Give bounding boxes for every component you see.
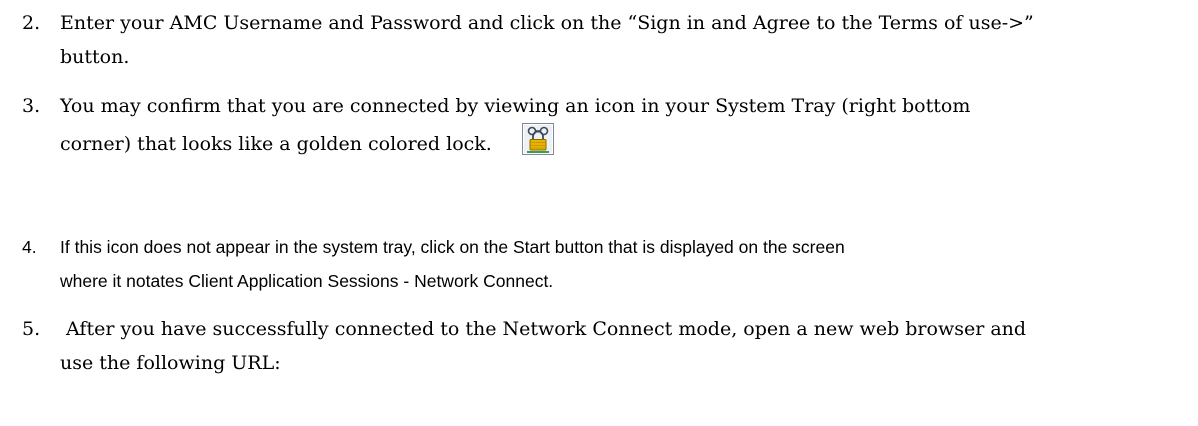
golden-lock-icon bbox=[521, 123, 554, 155]
step-text-line: You may confirm that you are connected b… bbox=[60, 95, 971, 117]
step-text-line: button. bbox=[60, 46, 130, 68]
step-text-line: use the following URL: bbox=[60, 352, 281, 374]
step-number: 5. bbox=[22, 318, 41, 340]
step-number: 3. bbox=[22, 95, 41, 117]
step-text-line-with-icon: corner) that looks like a golden colored… bbox=[60, 123, 554, 161]
step-text-line: Enter your AMC Username and Password and… bbox=[60, 12, 1034, 34]
step-text-line: If this icon does not appear in the syst… bbox=[60, 237, 845, 257]
step-number: 2. bbox=[22, 12, 41, 34]
step-text-line: After you have successfully connected to… bbox=[60, 318, 1027, 340]
step-number: 4. bbox=[22, 237, 37, 257]
step-text-line: where it notates Client Application Sess… bbox=[60, 271, 554, 291]
step-text-line: corner) that looks like a golden colored… bbox=[60, 133, 492, 155]
